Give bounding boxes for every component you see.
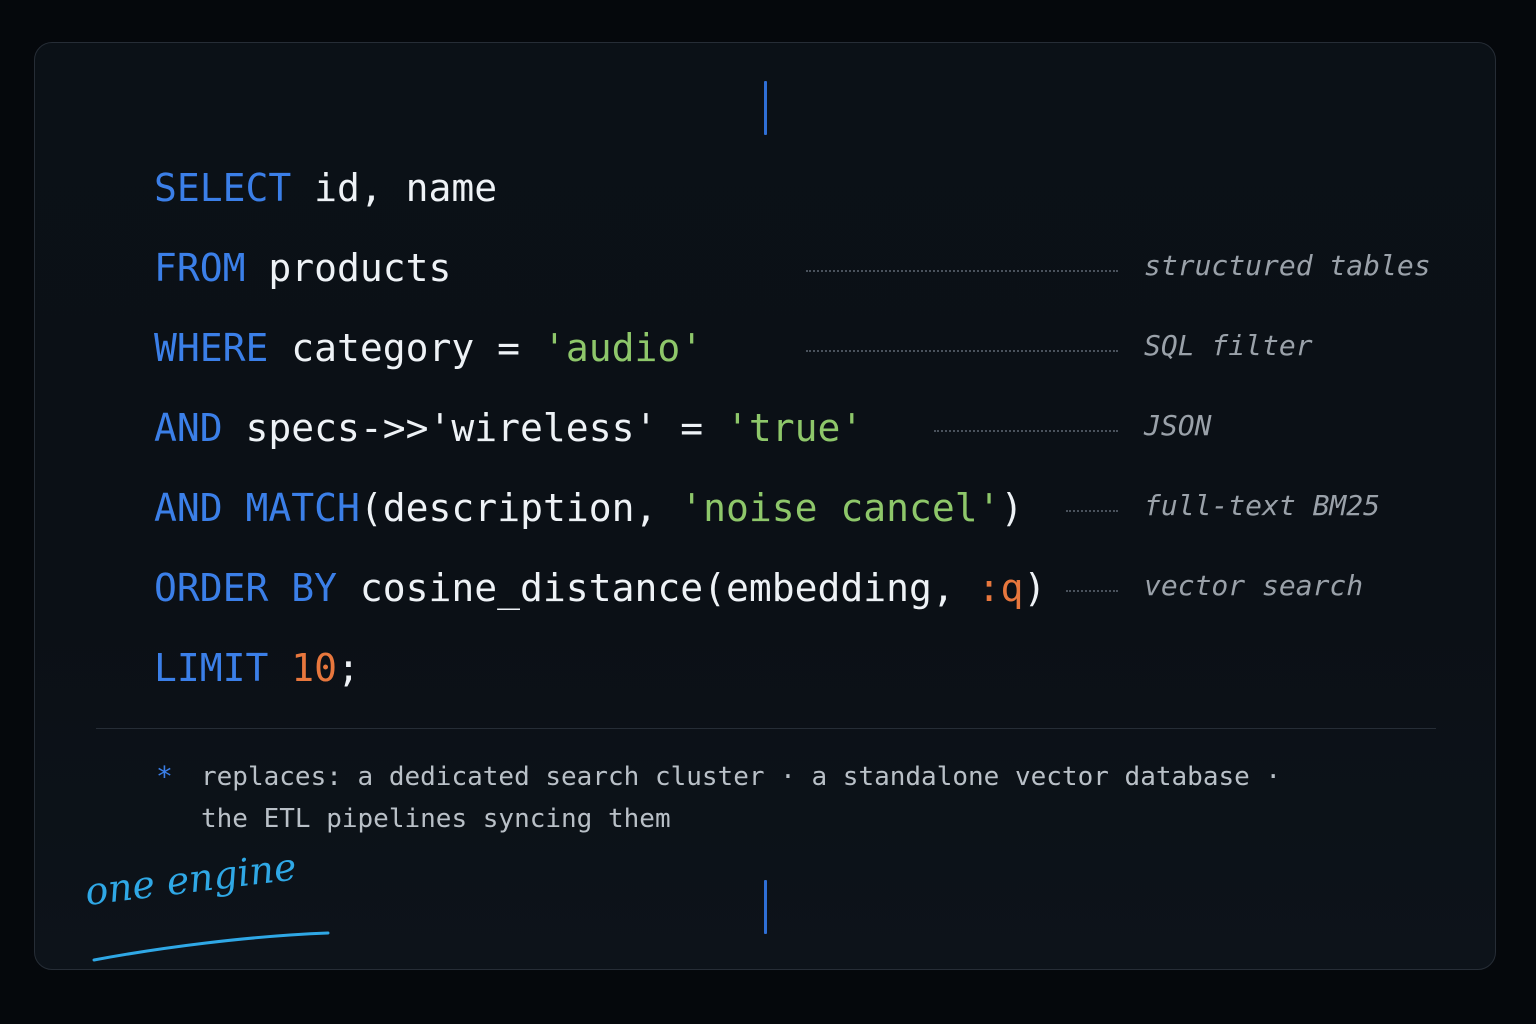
json-clause: specs->>'wireless' = — [222, 406, 726, 450]
leader-vector — [1066, 590, 1118, 592]
code-line-where: WHERE category = 'audio' — [154, 323, 703, 373]
top-cursor-mark — [764, 81, 767, 135]
match-close: ) — [1000, 486, 1024, 530]
leader-json — [934, 430, 1118, 432]
keyword-match: MATCH — [245, 486, 360, 530]
annotation-structured-tables: structured tables — [1144, 249, 1431, 282]
code-line-limit: LIMIT 10; — [154, 643, 360, 693]
keyword-and: AND — [154, 486, 223, 530]
annotation-sql-filter: SQL filter — [1144, 329, 1313, 362]
where-string: 'audio' — [542, 326, 704, 370]
match-args: (description, — [359, 486, 681, 530]
annotation-json: JSON — [1144, 409, 1212, 442]
code-line-order-by: ORDER BY cosine_distance(embedding, :q) — [154, 563, 1046, 613]
keyword-limit: LIMIT — [154, 646, 269, 690]
query-parameter: :q — [977, 566, 1024, 610]
note-line-2: the ETL pipelines syncing them — [201, 804, 671, 834]
limit-semicolon: ; — [337, 646, 360, 690]
handwritten-underline — [92, 931, 330, 962]
code-line-and-json: AND specs->>'wireless' = 'true' — [154, 403, 863, 453]
keyword-and: AND — [154, 406, 223, 450]
keyword-select: SELECT — [154, 166, 292, 210]
where-clause: category = — [268, 326, 543, 370]
keyword-where: WHERE — [154, 326, 269, 370]
leader-fulltext — [1066, 510, 1118, 512]
json-string: 'true' — [725, 406, 864, 450]
leader-sql-filter — [806, 350, 1118, 352]
leader-structured — [806, 270, 1118, 272]
note-star-icon: * — [156, 760, 173, 793]
from-table: products — [245, 246, 452, 290]
note-line-1: replaces: a dedicated search cluster · a… — [201, 762, 1282, 792]
code-line-from: FROM products — [154, 243, 451, 293]
order-expression: cosine_distance(embedding, — [337, 566, 978, 610]
keyword-order-by: ORDER BY — [154, 566, 338, 610]
select-columns: id, name — [291, 166, 498, 210]
match-string: 'noise cancel' — [680, 486, 1001, 530]
keyword-from: FROM — [154, 246, 246, 290]
bottom-cursor-mark — [764, 880, 767, 934]
code-line-select: SELECT id, name — [154, 163, 497, 213]
section-divider — [96, 728, 1436, 729]
order-close: ) — [1023, 566, 1047, 610]
annotation-vector-search: vector search — [1144, 569, 1364, 602]
annotation-fulltext: full-text BM25 — [1144, 489, 1381, 522]
code-line-and-match: AND MATCH(description, 'noise cancel') — [154, 483, 1023, 533]
limit-number: 10 — [291, 646, 338, 690]
